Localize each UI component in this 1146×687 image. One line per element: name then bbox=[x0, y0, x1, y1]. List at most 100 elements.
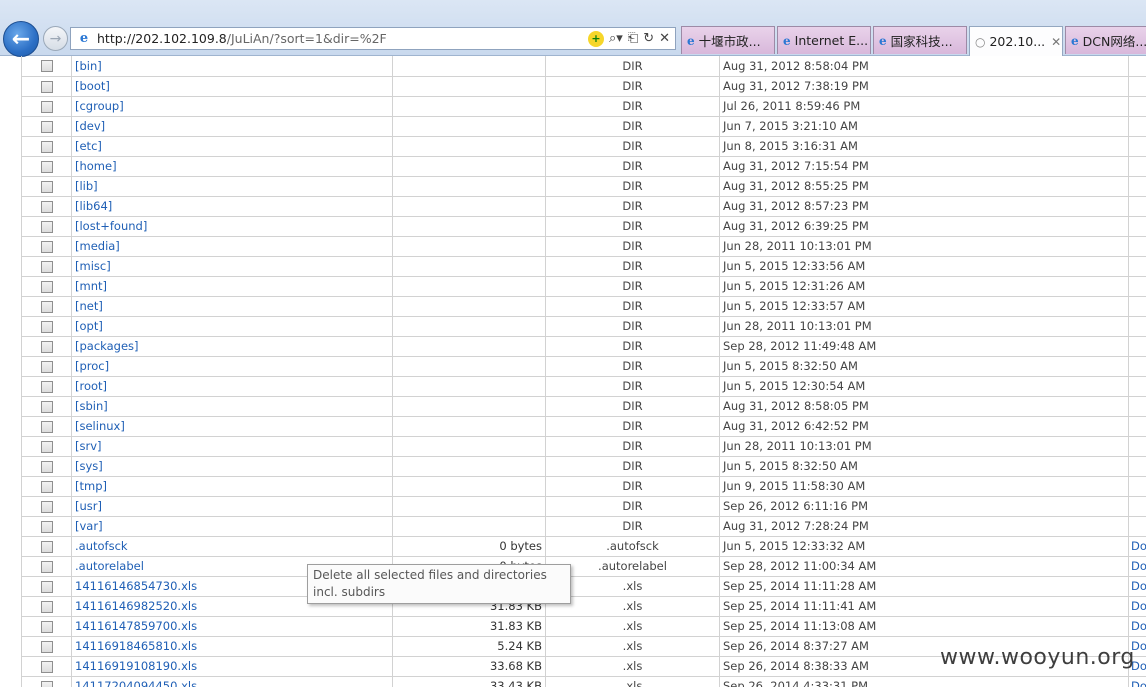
file-name-link[interactable]: [misc] bbox=[75, 259, 111, 273]
file-name-link[interactable]: [sys] bbox=[75, 459, 103, 473]
file-date: Jun 7, 2015 3:21:10 AM bbox=[719, 115, 1129, 137]
row-checkbox-cell bbox=[21, 155, 72, 177]
file-name-link[interactable]: [root] bbox=[75, 379, 107, 393]
row-checkbox[interactable] bbox=[40, 660, 53, 673]
row-checkbox[interactable] bbox=[40, 600, 53, 613]
row-checkbox[interactable] bbox=[40, 320, 53, 333]
file-name-link[interactable]: [var] bbox=[75, 519, 103, 533]
row-checkbox[interactable] bbox=[40, 420, 53, 433]
file-name-link[interactable]: [sbin] bbox=[75, 399, 108, 413]
address-bar[interactable]: e http://202.102.109.8/JuLiAn/?sort=1&di… bbox=[70, 27, 676, 50]
file-name-link[interactable]: [boot] bbox=[75, 79, 110, 93]
row-checkbox[interactable] bbox=[40, 280, 53, 293]
tab-3[interactable]: e 国家科技... bbox=[873, 26, 967, 54]
row-checkbox[interactable] bbox=[40, 140, 53, 153]
file-name-link[interactable]: [tmp] bbox=[75, 479, 107, 493]
row-checkbox[interactable] bbox=[40, 580, 53, 593]
row-checkbox[interactable] bbox=[40, 200, 53, 213]
table-row: [proc] DIR Jun 5, 2015 8:32:50 AM bbox=[21, 355, 1146, 377]
url-text[interactable]: http://202.102.109.8/JuLiAn/?sort=1&dir=… bbox=[97, 31, 588, 46]
table-row: [tmp] DIR Jun 9, 2015 11:58:30 AM bbox=[21, 475, 1146, 497]
table-row: [net] DIR Jun 5, 2015 12:33:57 AM bbox=[21, 295, 1146, 317]
row-checkbox-cell bbox=[21, 195, 72, 217]
file-name-link[interactable]: [dev] bbox=[75, 119, 105, 133]
file-name-link[interactable]: [lib] bbox=[75, 179, 98, 193]
file-name-link[interactable]: [etc] bbox=[75, 139, 102, 153]
row-checkbox[interactable] bbox=[40, 520, 53, 533]
row-checkbox[interactable] bbox=[40, 640, 53, 653]
close-tab-icon[interactable]: ✕ bbox=[1051, 35, 1061, 49]
row-checkbox[interactable] bbox=[40, 100, 53, 113]
row-checkbox[interactable] bbox=[40, 540, 53, 553]
file-type: DIR bbox=[545, 56, 720, 77]
row-checkbox[interactable] bbox=[40, 60, 53, 73]
row-checkbox[interactable] bbox=[40, 240, 53, 253]
row-checkbox[interactable] bbox=[40, 440, 53, 453]
row-checkbox-cell bbox=[21, 215, 72, 237]
file-type: DIR bbox=[545, 135, 720, 157]
compat-view-icon[interactable]: ⎗ bbox=[628, 31, 638, 46]
file-name-link[interactable]: [mnt] bbox=[75, 279, 107, 293]
file-name-link[interactable]: [selinux] bbox=[75, 419, 125, 433]
row-checkbox-cell bbox=[21, 56, 72, 77]
row-checkbox[interactable] bbox=[40, 500, 53, 513]
file-name-link[interactable]: [proc] bbox=[75, 359, 109, 373]
forward-button[interactable]: → bbox=[43, 26, 68, 51]
file-size: 31.83 KB bbox=[392, 615, 546, 637]
file-name-link[interactable]: [usr] bbox=[75, 499, 102, 513]
row-checkbox[interactable] bbox=[40, 620, 53, 633]
row-checkbox[interactable] bbox=[40, 160, 53, 173]
row-checkbox[interactable] bbox=[40, 480, 53, 493]
tab-4-active[interactable]: ○ 202.10... ✕ bbox=[969, 26, 1063, 56]
file-size: 0 bytes bbox=[392, 535, 546, 557]
row-checkbox[interactable] bbox=[40, 460, 53, 473]
file-name-link[interactable]: .autorelabel bbox=[75, 559, 144, 573]
download-link[interactable]: Dow bbox=[1131, 619, 1146, 633]
download-cell bbox=[1128, 495, 1146, 517]
back-button[interactable]: ← bbox=[3, 21, 39, 57]
row-checkbox[interactable] bbox=[40, 340, 53, 353]
row-checkbox[interactable] bbox=[40, 220, 53, 233]
tab-5[interactable]: e DCN网络... bbox=[1065, 26, 1146, 54]
tab-2[interactable]: e Internet E... bbox=[777, 26, 871, 54]
stop-icon[interactable]: ✕ bbox=[659, 31, 670, 46]
refresh-icon[interactable]: ↻ bbox=[643, 31, 654, 46]
file-name-link[interactable]: 14117204094450.xls bbox=[75, 679, 197, 687]
row-checkbox[interactable] bbox=[40, 260, 53, 273]
row-checkbox[interactable] bbox=[40, 300, 53, 313]
row-checkbox[interactable] bbox=[40, 400, 53, 413]
download-link[interactable]: Dow bbox=[1131, 599, 1146, 613]
file-type: DIR bbox=[545, 75, 720, 97]
file-name-link[interactable]: [lib64] bbox=[75, 199, 112, 213]
file-name-link[interactable]: [lost+found] bbox=[75, 219, 147, 233]
compatibility-icon[interactable]: + bbox=[587, 30, 604, 47]
row-checkbox-cell bbox=[21, 555, 72, 577]
file-name-link[interactable]: 14116918465810.xls bbox=[75, 639, 197, 653]
row-checkbox[interactable] bbox=[40, 380, 53, 393]
row-checkbox[interactable] bbox=[40, 80, 53, 93]
row-checkbox[interactable] bbox=[40, 360, 53, 373]
download-link[interactable]: Dow bbox=[1131, 579, 1146, 593]
file-name-link[interactable]: [srv] bbox=[75, 439, 102, 453]
file-name-link[interactable]: [media] bbox=[75, 239, 120, 253]
file-name-link[interactable]: [home] bbox=[75, 159, 117, 173]
download-link[interactable]: Dow bbox=[1131, 539, 1146, 553]
file-name-link[interactable]: [packages] bbox=[75, 339, 139, 353]
file-name-link[interactable]: [opt] bbox=[75, 319, 103, 333]
file-name-link[interactable]: 14116146982520.xls bbox=[75, 599, 197, 613]
file-name-link[interactable]: 14116919108190.xls bbox=[75, 659, 197, 673]
row-checkbox[interactable] bbox=[40, 180, 53, 193]
file-name-link[interactable]: 14116147859700.xls bbox=[75, 619, 197, 633]
file-name-link[interactable]: [net] bbox=[75, 299, 103, 313]
tab-1[interactable]: e 十堰市政... bbox=[681, 26, 775, 54]
row-checkbox[interactable] bbox=[40, 560, 53, 573]
download-link[interactable]: Dow bbox=[1131, 679, 1146, 687]
file-name-link[interactable]: 14116146854730.xls bbox=[75, 579, 197, 593]
row-checkbox[interactable] bbox=[40, 680, 53, 687]
file-name-link[interactable]: .autofsck bbox=[75, 539, 128, 553]
file-name-link[interactable]: [bin] bbox=[75, 59, 102, 73]
download-link[interactable]: Dow bbox=[1131, 559, 1146, 573]
search-icon[interactable]: ⌕▾ bbox=[609, 31, 623, 46]
row-checkbox[interactable] bbox=[40, 120, 53, 133]
file-name-link[interactable]: [cgroup] bbox=[75, 99, 124, 113]
